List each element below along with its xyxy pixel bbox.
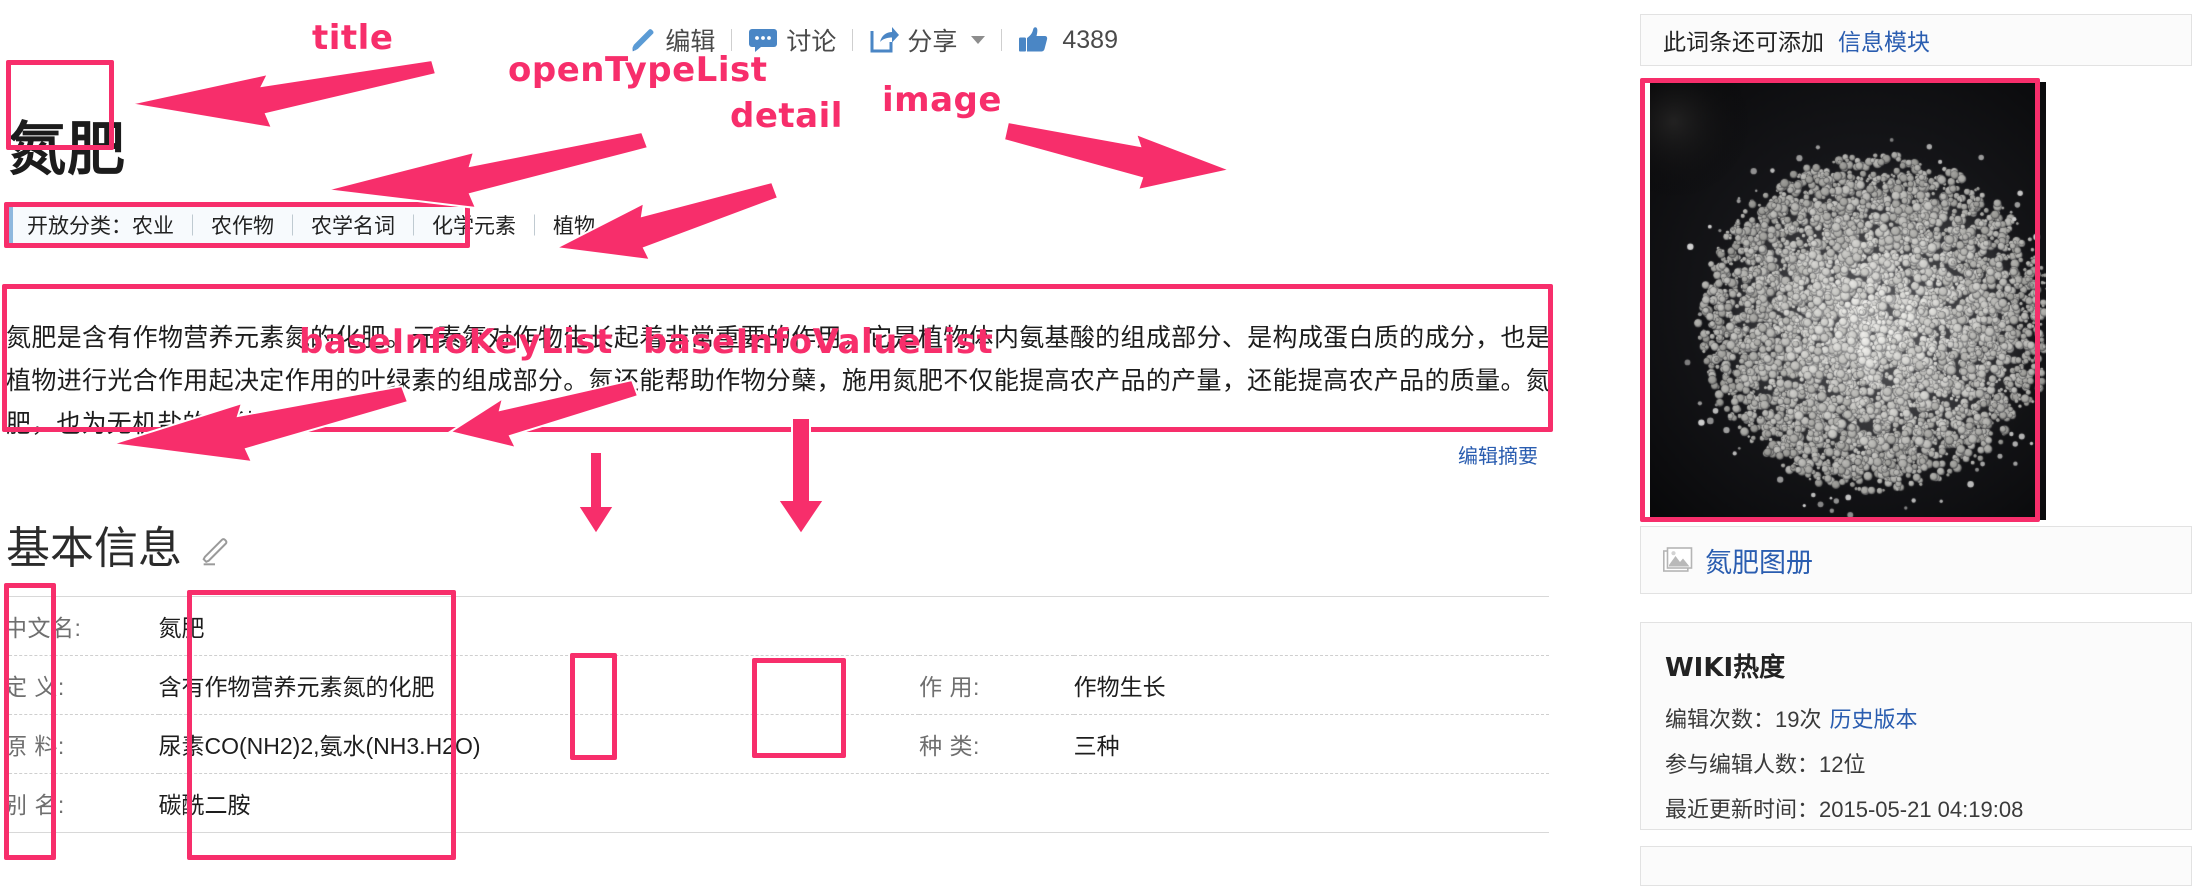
image-gallery-icon: [1663, 547, 1693, 572]
table-row: 定 义: 含有作物营养元素氮的化肥 作 用: 作物生长: [4, 656, 1549, 715]
baseinfo-heading-label: 基本信息: [6, 523, 182, 574]
wiki-updated-label: 最近更新时间：: [1665, 797, 1820, 822]
open-type-separator: ｜: [282, 215, 303, 238]
baseinfo-key: [919, 774, 1074, 833]
wiki-heat-panel: WIKI热度 编辑次数：19次 历史版本 参与编辑人数：12位 最近更新时间：20…: [1640, 622, 2192, 830]
baseinfo-value: 氮肥: [158, 615, 205, 641]
open-type-item[interactable]: 农学名词: [311, 215, 395, 238]
baseinfo-heading: 基本信息: [6, 512, 232, 576]
baseinfo-value: [1074, 597, 1549, 656]
sidebar-bottom-panel: [1640, 846, 2192, 886]
baseinfo-key: 种 类:: [919, 733, 980, 759]
baseinfo-key: 原 料:: [4, 733, 65, 759]
wiki-history-link[interactable]: 历史版本: [1830, 707, 1918, 732]
baseinfo-key: 中文名:: [4, 615, 82, 641]
open-type-item[interactable]: 植物: [553, 215, 595, 238]
wiki-edit-count-row: 编辑次数：19次 历史版本: [1665, 702, 2167, 734]
baseinfo-value: [1074, 774, 1549, 833]
wiki-updated-value: 2015-05-21 04:19:08: [1819, 797, 2024, 822]
info-module-banner: 此词条还可添加 信息模块: [1640, 14, 2192, 66]
comment-icon: [749, 29, 778, 52]
wiki-editors-label: 参与编辑人数：: [1665, 752, 1820, 777]
wiki-article-page: 编辑 讨论 分享 4389 氮肥 开放分类： 农业 ｜ 农作物 ｜ 农学名词 ｜…: [0, 0, 2192, 886]
baseinfo-key: 作 用:: [919, 674, 980, 700]
article-image[interactable]: [1650, 82, 2046, 520]
share-button-label: 分享: [907, 28, 958, 56]
thumbs-up-icon: [1019, 27, 1048, 52]
discuss-button-label: 讨论: [786, 28, 837, 56]
edit-button-label: 编辑: [665, 28, 716, 56]
chevron-down-icon[interactable]: [971, 36, 986, 44]
open-type-list-items: 农业 ｜ 农作物 ｜ 农学名词 ｜ 化学元素 ｜ 植物: [132, 210, 595, 240]
table-row: 中文名: 氮肥: [4, 596, 1549, 656]
share-button[interactable]: 分享: [853, 22, 1001, 58]
baseinfo-value: 作物生长: [1073, 674, 1166, 700]
album-bar: 氮肥图册: [1640, 526, 2192, 594]
baseinfo-value: 碳酰二胺: [158, 792, 251, 818]
wiki-editors-row: 参与编辑人数：12位: [1665, 747, 2167, 779]
edit-summary-link[interactable]: 编辑摘要: [1458, 440, 1538, 469]
baseinfo-key: 别 名:: [4, 792, 65, 818]
open-type-item[interactable]: 化学元素: [432, 215, 516, 238]
article-main-column: 编辑 讨论 分享 4389 氮肥 开放分类： 农业 ｜ 农作物 ｜ 农学名词 ｜…: [0, 0, 1600, 860]
like-count: 4389: [1062, 25, 1118, 54]
info-module-link[interactable]: 信息模块: [1838, 23, 1930, 57]
open-type-separator: ｜: [182, 215, 203, 238]
baseinfo-value: 尿素CO(NH2)2,氨水(NH3.H2O): [158, 733, 481, 759]
open-type-separator: ｜: [524, 215, 545, 238]
article-toolbar: 编辑 讨论 分享 4389: [613, 22, 1134, 58]
wiki-edit-count-label: 编辑次数：: [1665, 707, 1776, 732]
pencil-edit-icon[interactable]: [198, 534, 232, 568]
baseinfo-table: 中文名: 氮肥定 义: 含有作物营养元素氮的化肥 作 用: 作物生长原 料: 尿素CO(N…: [4, 596, 1549, 833]
wiki-heat-title: WIKI热度: [1665, 653, 1786, 683]
discuss-button[interactable]: 讨论: [732, 22, 852, 58]
edit-button[interactable]: 编辑: [613, 22, 731, 58]
fertilizer-granules-photo: [1650, 82, 2046, 520]
table-row: 原 料: 尿素CO(NH2)2,氨水(NH3.H2O) 种 类: 三种: [4, 715, 1549, 774]
share-icon: [870, 27, 900, 53]
info-module-text: 此词条还可添加: [1663, 29, 1824, 55]
wiki-edit-count-value: 19次: [1775, 707, 1822, 732]
like-button[interactable]: 4389: [1002, 26, 1134, 55]
open-type-list-label: 开放分类：: [27, 215, 132, 238]
wiki-editors-value: 12位: [1819, 752, 1866, 777]
pencil-icon: [632, 29, 654, 52]
detail-paragraph: 氮肥是含有作物营养元素氮的化肥。元素氮对作物生长起着非常重要的作用，它是植物体内…: [6, 324, 1551, 438]
baseinfo-value: 三种: [1073, 733, 1120, 759]
article-sidebar: 此词条还可添加 信息模块 氮肥图册 WIKI热度 编辑次数：19次 历史版本 参与…: [1640, 0, 2192, 886]
wiki-updated-row: 最近更新时间：2015-05-21 04:19:08: [1665, 792, 2167, 824]
open-type-item[interactable]: 农作物: [211, 215, 274, 238]
baseinfo-key: [919, 597, 1074, 656]
open-type-list: 开放分类： 农业 ｜ 农作物 ｜ 农学名词 ｜ 化学元素 ｜ 植物: [8, 205, 595, 245]
open-type-separator: ｜: [403, 215, 424, 238]
baseinfo-key: 定 义:: [4, 674, 65, 700]
page-title: 氮肥: [8, 114, 127, 183]
baseinfo-value: 含有作物营养元素氮的化肥: [158, 674, 435, 700]
album-link[interactable]: 氮肥图册: [1705, 541, 1813, 580]
table-row: 别 名: 碳酰二胺: [4, 774, 1549, 833]
open-type-item[interactable]: 农业: [132, 215, 174, 238]
